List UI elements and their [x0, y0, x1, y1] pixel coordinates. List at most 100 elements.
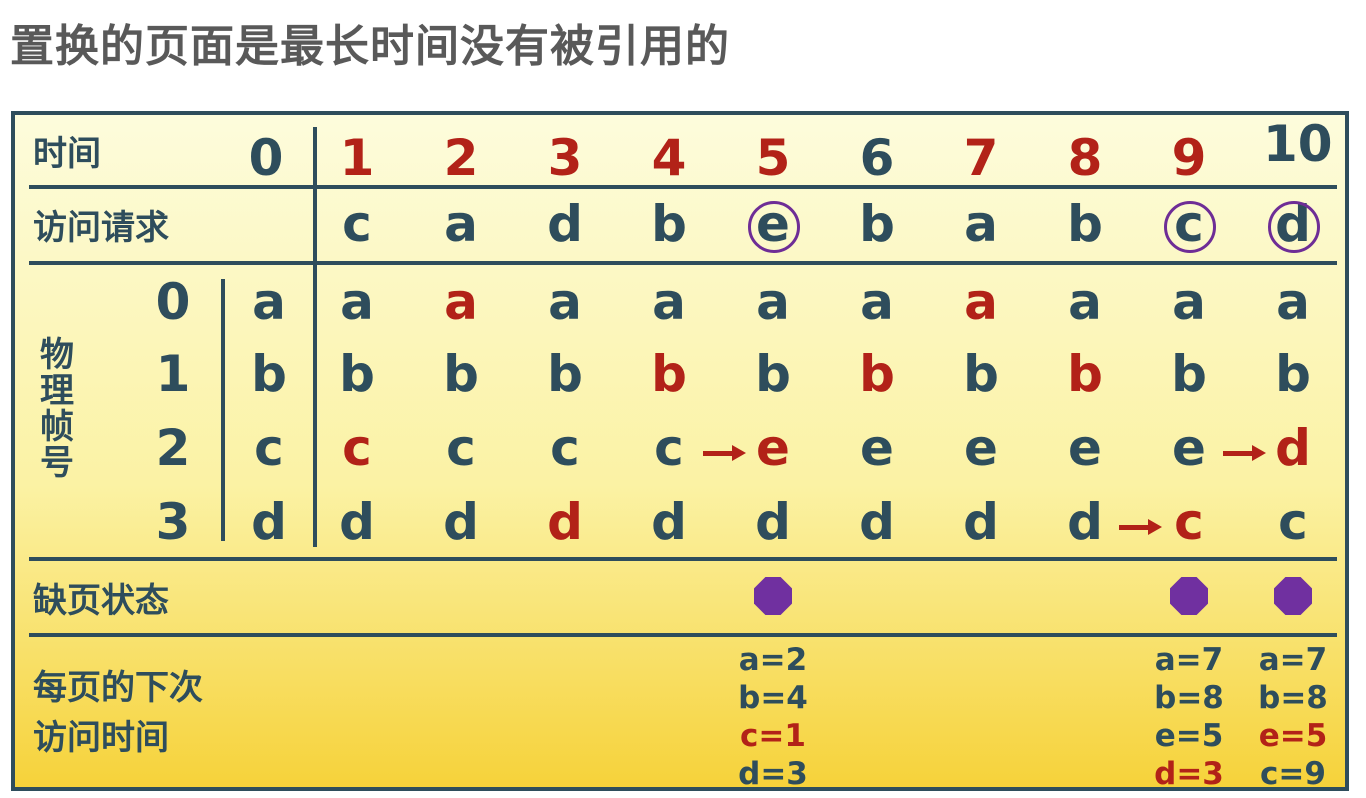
next-access-value: b=8 — [1154, 680, 1224, 716]
time-step: 10 — [1263, 115, 1333, 173]
time-step: 3 — [547, 129, 583, 187]
frame-page: d — [963, 493, 999, 551]
page-fault-circle — [748, 201, 800, 253]
next-access-value: d=3 — [1154, 756, 1224, 791]
frame-number: 2 — [155, 419, 191, 477]
frame-page: c — [654, 419, 684, 477]
time-initial: 0 — [248, 129, 284, 187]
divider-vertical-frames — [221, 279, 225, 541]
frame-page: d — [1067, 493, 1103, 551]
frame-page: a — [444, 273, 478, 331]
next-access-value: a=7 — [1154, 642, 1224, 678]
frame-page: b — [1171, 345, 1207, 403]
frame-page: b — [1067, 345, 1103, 403]
time-step: 2 — [443, 129, 479, 187]
initial-frame-page: a — [252, 273, 286, 331]
page-fault-label: 缺页状态 — [33, 581, 169, 621]
request-page: a — [444, 195, 478, 253]
divider-frames — [29, 557, 1337, 561]
page-fault-circle — [1268, 201, 1320, 253]
initial-frame-page: b — [251, 345, 287, 403]
page-fault-marker — [1170, 577, 1208, 615]
frame-page: b — [651, 345, 687, 403]
frame-page: c — [1278, 493, 1308, 551]
frame-page: d — [755, 493, 791, 551]
time-step: 5 — [755, 129, 791, 187]
frame-page: e — [1172, 419, 1206, 477]
divider-request — [29, 261, 1337, 265]
frame-page: d — [547, 493, 583, 551]
frame-page: e — [964, 419, 998, 477]
page-fault-marker — [1274, 577, 1312, 615]
next-access-value: d=3 — [738, 756, 808, 791]
frame-page: a — [1172, 273, 1206, 331]
frame-page: a — [652, 273, 686, 331]
frame-page: d — [1275, 419, 1311, 477]
frame-page: e — [1068, 419, 1102, 477]
frame-page: b — [755, 345, 791, 403]
frame-number: 1 — [155, 345, 191, 403]
frame-number: 3 — [155, 493, 191, 551]
next-access-label-line2: 访问时间 — [33, 718, 169, 758]
frame-number-label: 物理帧号 — [40, 335, 74, 483]
frame-page: d — [859, 493, 895, 551]
request-page: d — [547, 195, 583, 253]
frame-page: c — [1174, 493, 1204, 551]
page-fault-circle — [1164, 201, 1216, 253]
frame-page: a — [756, 273, 790, 331]
frame-page: e — [860, 419, 894, 477]
request-page: c — [342, 195, 372, 253]
time-step: 1 — [339, 129, 375, 187]
replacement-arrow — [703, 445, 746, 461]
initial-frame-page: c — [254, 419, 284, 477]
page-title: 置换的页面是最长时间没有被引用的 — [10, 21, 730, 72]
request-page: b — [651, 195, 687, 253]
time-step: 7 — [963, 129, 999, 187]
time-step: 9 — [1171, 129, 1207, 187]
frame-page: b — [1275, 345, 1311, 403]
frame-page: c — [550, 419, 580, 477]
next-access-value: b=8 — [1258, 680, 1328, 716]
frame-page: b — [963, 345, 999, 403]
next-access-value: c=1 — [740, 718, 806, 754]
time-step: 8 — [1067, 129, 1103, 187]
request-page: b — [859, 195, 895, 253]
frame-page: a — [340, 273, 374, 331]
frame-page: b — [547, 345, 583, 403]
frame-page: b — [339, 345, 375, 403]
frame-page: d — [651, 493, 687, 551]
next-access-value: a=7 — [1258, 642, 1328, 678]
divider-vertical-main — [313, 127, 317, 547]
next-access-value: c=9 — [1260, 756, 1326, 791]
frame-page: a — [860, 273, 894, 331]
request-row-label: 访问请求 — [33, 208, 169, 248]
frame-page: a — [548, 273, 582, 331]
time-step: 6 — [859, 129, 895, 187]
frame-page: c — [446, 419, 476, 477]
divider-fault — [29, 633, 1337, 637]
frame-page: c — [342, 419, 372, 477]
request-page: b — [1067, 195, 1103, 253]
frame-page: a — [1068, 273, 1102, 331]
opt-replacement-table: 时间 访问请求 物理帧号 缺页状态 每页的下次 访问时间 01234567891… — [11, 111, 1349, 791]
frame-number: 0 — [155, 273, 191, 331]
time-row-label: 时间 — [33, 134, 101, 174]
time-step: 4 — [651, 129, 687, 187]
replacement-arrow — [1223, 445, 1266, 461]
next-access-label-line1: 每页的下次 — [33, 668, 203, 708]
frame-page: e — [756, 419, 790, 477]
page-fault-marker — [754, 577, 792, 615]
next-access-value: e=5 — [1258, 718, 1328, 754]
next-access-value: b=4 — [738, 680, 808, 716]
frame-page: a — [964, 273, 998, 331]
frame-page: d — [443, 493, 479, 551]
replacement-arrow — [1119, 519, 1162, 535]
frame-page: b — [859, 345, 895, 403]
frame-page: d — [339, 493, 375, 551]
frame-page: b — [443, 345, 479, 403]
next-access-value: a=2 — [738, 642, 808, 678]
frame-page: a — [1276, 273, 1310, 331]
next-access-value: e=5 — [1154, 718, 1224, 754]
request-page: a — [964, 195, 998, 253]
initial-frame-page: d — [251, 493, 287, 551]
